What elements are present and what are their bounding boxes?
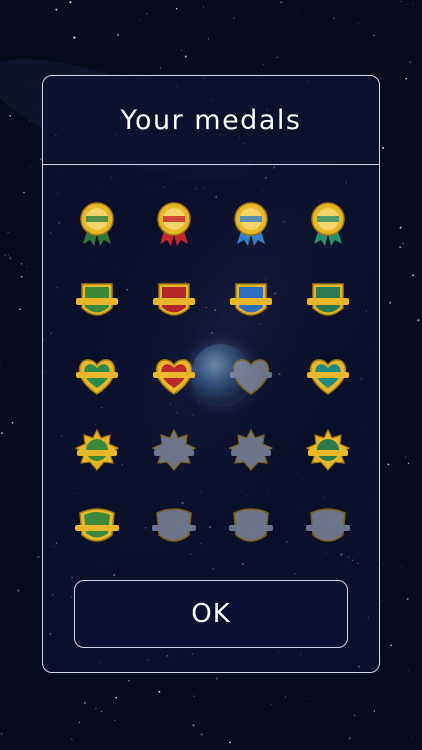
- locked-medal-icon: [303, 501, 353, 551]
- dialog-title: Your medals: [120, 104, 302, 136]
- medals-dialog: Your medals OK: [42, 75, 380, 673]
- locked-medal-icon: [226, 501, 276, 551]
- dialog-header: Your medals: [43, 76, 379, 165]
- medal-icon: [72, 350, 122, 400]
- medal-icon: [72, 198, 122, 248]
- medal-icon: [303, 198, 353, 248]
- locked-medal-icon: [226, 426, 276, 476]
- ok-label: OK: [191, 599, 231, 629]
- medal-icon: [303, 276, 353, 326]
- medal-icon: [149, 198, 199, 248]
- locked-medal-icon: [226, 350, 276, 400]
- medal-icon: [72, 501, 122, 551]
- locked-medal-icon: [149, 426, 199, 476]
- medal-icon: [303, 350, 353, 400]
- medal-icon: [72, 276, 122, 326]
- medal-icon: [149, 350, 199, 400]
- locked-medal-icon: [149, 501, 199, 551]
- medal-icon: [226, 276, 276, 326]
- medal-icon: [226, 198, 276, 248]
- medal-icon: [149, 276, 199, 326]
- ok-button[interactable]: OK: [74, 580, 348, 648]
- medal-icon: [72, 426, 122, 476]
- medal-icon: [303, 426, 353, 476]
